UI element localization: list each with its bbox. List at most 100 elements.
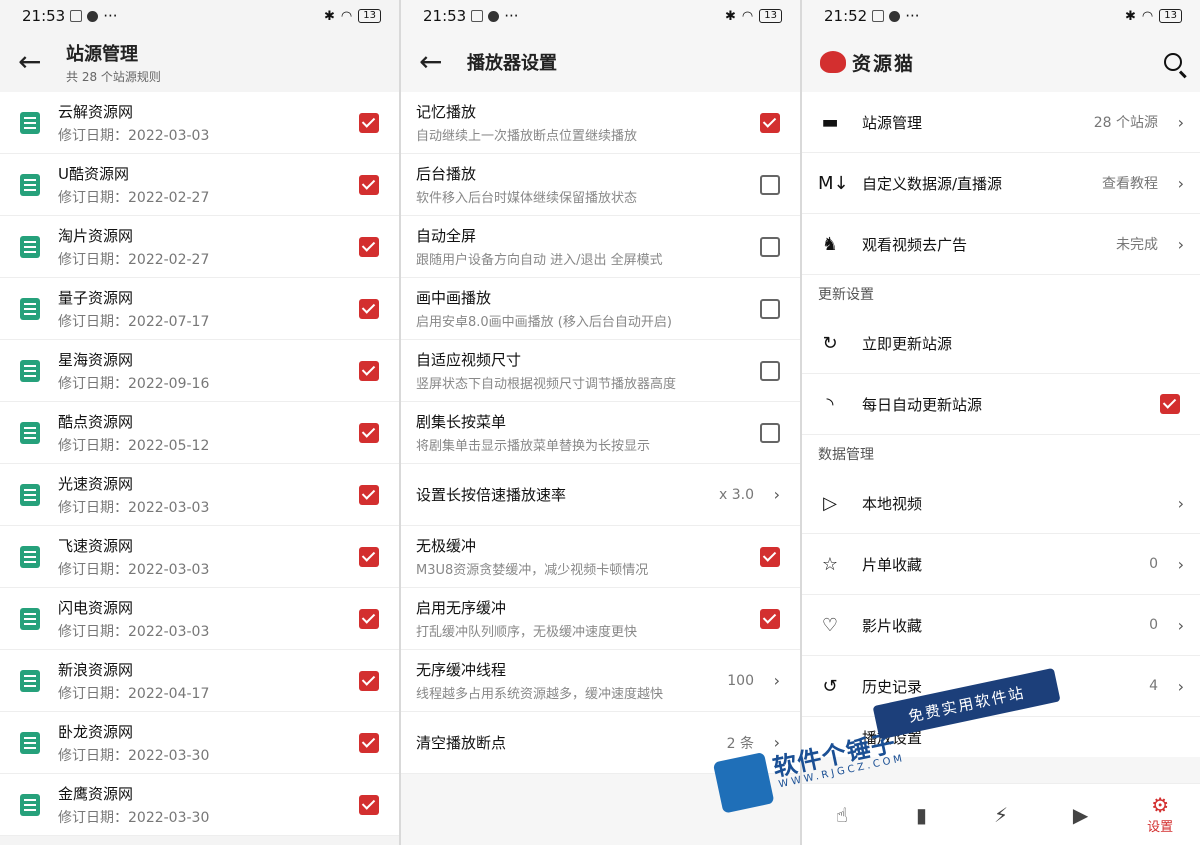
source-checkbox[interactable]: [359, 112, 379, 133]
source-date: 修订日期：2022-02-27: [58, 189, 210, 206]
notification-icon: [70, 10, 83, 22]
chevron-right-icon: ›: [1177, 112, 1184, 132]
status-bar: 21:53 ··· ✱ ◠ 13: [0, 0, 399, 32]
more-dots-icon: ···: [103, 7, 118, 25]
settings-row[interactable]: ↺ 历史记录 4 ›: [802, 656, 1200, 717]
buffer-threads-row[interactable]: 无序缓冲线程 线程越多占用系统资源越多，缓冲速度越快 100 ›: [401, 650, 800, 712]
buffer-setting-row[interactable]: 启用无序缓冲 打乱缓冲队列顺序，无极缓冲速度更快: [401, 588, 800, 650]
source-row[interactable]: 淘片资源网 修订日期：2022-02-27: [0, 216, 399, 278]
source-checkbox[interactable]: [359, 794, 379, 815]
nav-item-play-box[interactable]: ▶: [1051, 804, 1111, 826]
setting-checkbox[interactable]: [760, 298, 780, 319]
document-icon: [20, 793, 40, 816]
source-checkbox[interactable]: [359, 670, 379, 691]
source-text: 量子资源网 修订日期：2022-07-17: [58, 287, 209, 331]
wifi-icon: ◠: [340, 8, 353, 24]
setting-desc: 自动继续上一次播放断点位置继续播放: [416, 129, 638, 144]
settings-row[interactable]: ♞ 观看视频去广告 未完成 ›: [802, 214, 1200, 275]
settings-title: 片单收藏: [862, 555, 923, 574]
player-setting-row[interactable]: 自动全屏 跟随用户设备方向自动 进入/退出 全屏模式: [401, 216, 800, 278]
source-row[interactable]: 金鹰资源网修订日期：2022-03-30: [0, 774, 399, 836]
speed-setting-value: x 3.0: [719, 486, 754, 503]
back-arrow-icon[interactable]: ←: [419, 48, 467, 76]
source-row[interactable]: 飞速资源网 修订日期：2022-03-03: [0, 526, 399, 588]
setting-desc: 软件移入后台时媒体继续保留播放状态: [416, 191, 638, 206]
settings-row[interactable]: ▷ 本地视频 ›: [802, 473, 1200, 534]
chevron-right-icon: ›: [1177, 615, 1184, 635]
source-row[interactable]: 云解资源网 修订日期：2022-03-03: [0, 92, 399, 154]
source-text: 闪电资源网 修订日期：2022-03-03: [58, 597, 209, 641]
setting-checkbox[interactable]: [760, 422, 780, 443]
source-row[interactable]: 酷点资源网 修订日期：2022-05-12: [0, 402, 399, 464]
settings-row[interactable]: M↓ 自定义数据源/直播源 查看教程 ›: [802, 153, 1200, 214]
battery-icon: 13: [1159, 9, 1182, 23]
chevron-right-icon: ›: [1177, 676, 1184, 696]
chevron-right-icon: ›: [773, 733, 780, 752]
nav-item-hand-sparkle[interactable]: ☝: [812, 804, 872, 826]
rss-icon: ◝: [826, 393, 834, 415]
back-arrow-icon[interactable]: ←: [18, 48, 66, 76]
buffer-setting-row[interactable]: 无极缓冲 M3U8资源贪婪缓冲，减少视频卡顿情况: [401, 526, 800, 588]
player-setting-row[interactable]: 记忆播放自动继续上一次播放断点位置继续播放: [401, 92, 800, 154]
auto-update-checkbox[interactable]: [1160, 394, 1180, 414]
nav-item-lightning[interactable]: ⚡: [971, 804, 1031, 826]
setting-title: 无极缓冲: [416, 537, 477, 555]
chevron-right-icon: ›: [773, 671, 780, 690]
source-checkbox[interactable]: [359, 298, 379, 319]
source-name: 金鹰资源网: [58, 784, 134, 803]
search-icon[interactable]: [1164, 53, 1182, 71]
source-date: 修订日期：2022-03-30: [58, 809, 210, 826]
setting-checkbox[interactable]: [760, 360, 780, 381]
clear-breakpoints-row[interactable]: 清空播放断点 2 条 ›: [401, 712, 800, 774]
update-settings-list: ↻ 立即更新站源 ◝ 每日自动更新站源: [802, 313, 1200, 435]
player-setting-row[interactable]: 后台播放 软件移入后台时媒体继续保留播放状态: [401, 154, 800, 216]
clear-breakpoints-title: 清空播放断点: [416, 734, 507, 752]
speed-setting-row[interactable]: 设置长按倍速播放速率 x 3.0 ›: [401, 464, 800, 526]
player-setting-text: 记忆播放自动继续上一次播放断点位置继续播放: [416, 101, 637, 144]
nav-item-gear[interactable]: ⚙ 设置: [1130, 794, 1190, 835]
setting-checkbox[interactable]: [760, 236, 780, 257]
source-checkbox[interactable]: [359, 422, 379, 443]
source-row[interactable]: 量子资源网 修订日期：2022-07-17: [0, 278, 399, 340]
nav-item-bar-chart[interactable]: ▮: [891, 804, 951, 826]
source-name: 量子资源网: [58, 288, 134, 307]
settings-title: 本地视频: [862, 494, 923, 513]
settings-row[interactable]: ▬ 站源管理 28 个站源 ›: [802, 92, 1200, 153]
source-date: 修订日期：2022-09-16: [58, 375, 210, 392]
player-setting-text: 画中画播放 启用安卓8.0画中画播放 (移入后台自动开启): [416, 287, 672, 330]
source-row[interactable]: U酷资源网 修订日期：2022-02-27: [0, 154, 399, 216]
bluetooth-icon: ✱: [1125, 8, 1136, 24]
source-name: 卧龙资源网: [58, 722, 134, 741]
player-settings-item-partial[interactable]: 播放设置: [802, 717, 1200, 757]
source-row[interactable]: 闪电资源网 修订日期：2022-03-03: [0, 588, 399, 650]
setting-title: 记忆播放: [416, 103, 477, 121]
player-setting-row[interactable]: 自适应视频尺寸 竖屏状态下自动根据视频尺寸调节播放器高度: [401, 340, 800, 402]
source-checkbox[interactable]: [359, 546, 379, 567]
source-checkbox[interactable]: [359, 608, 379, 629]
setting-checkbox[interactable]: [760, 546, 780, 567]
settings-row[interactable]: ↻ 立即更新站源: [802, 313, 1200, 374]
player-setting-row[interactable]: 画中画播放 启用安卓8.0画中画播放 (移入后台自动开启): [401, 278, 800, 340]
source-checkbox[interactable]: [359, 236, 379, 257]
player-setting-text: 自动全屏 跟随用户设备方向自动 进入/退出 全屏模式: [416, 225, 663, 268]
settings-row[interactable]: ♡ 影片收藏 0 ›: [802, 595, 1200, 656]
settings-row[interactable]: ◝ 每日自动更新站源: [802, 374, 1200, 435]
source-checkbox[interactable]: [359, 360, 379, 381]
hand-sparkle-icon: ☝: [835, 802, 848, 827]
source-date: 修订日期：2022-03-03: [58, 499, 210, 516]
source-row[interactable]: 星海资源网 修订日期：2022-09-16: [0, 340, 399, 402]
setting-checkbox[interactable]: [760, 174, 780, 195]
source-checkbox[interactable]: [359, 484, 379, 505]
player-setting-row[interactable]: 剧集长按菜单 将剧集单击显示播放菜单替换为长按显示: [401, 402, 800, 464]
setting-checkbox[interactable]: [760, 608, 780, 629]
source-checkbox[interactable]: [359, 174, 379, 195]
setting-checkbox[interactable]: [760, 112, 780, 133]
source-checkbox[interactable]: [359, 732, 379, 753]
more-dots-icon: ···: [504, 7, 519, 25]
source-row[interactable]: 新浪资源网 修订日期：2022-04-17: [0, 650, 399, 712]
settings-title: 观看视频去广告: [862, 235, 968, 254]
source-text: 飞速资源网 修订日期：2022-03-03: [58, 535, 209, 579]
source-row[interactable]: 光速资源网 修订日期：2022-03-03: [0, 464, 399, 526]
source-row[interactable]: 卧龙资源网 修订日期：2022-03-30: [0, 712, 399, 774]
settings-row[interactable]: ☆ 片单收藏 0 ›: [802, 534, 1200, 595]
